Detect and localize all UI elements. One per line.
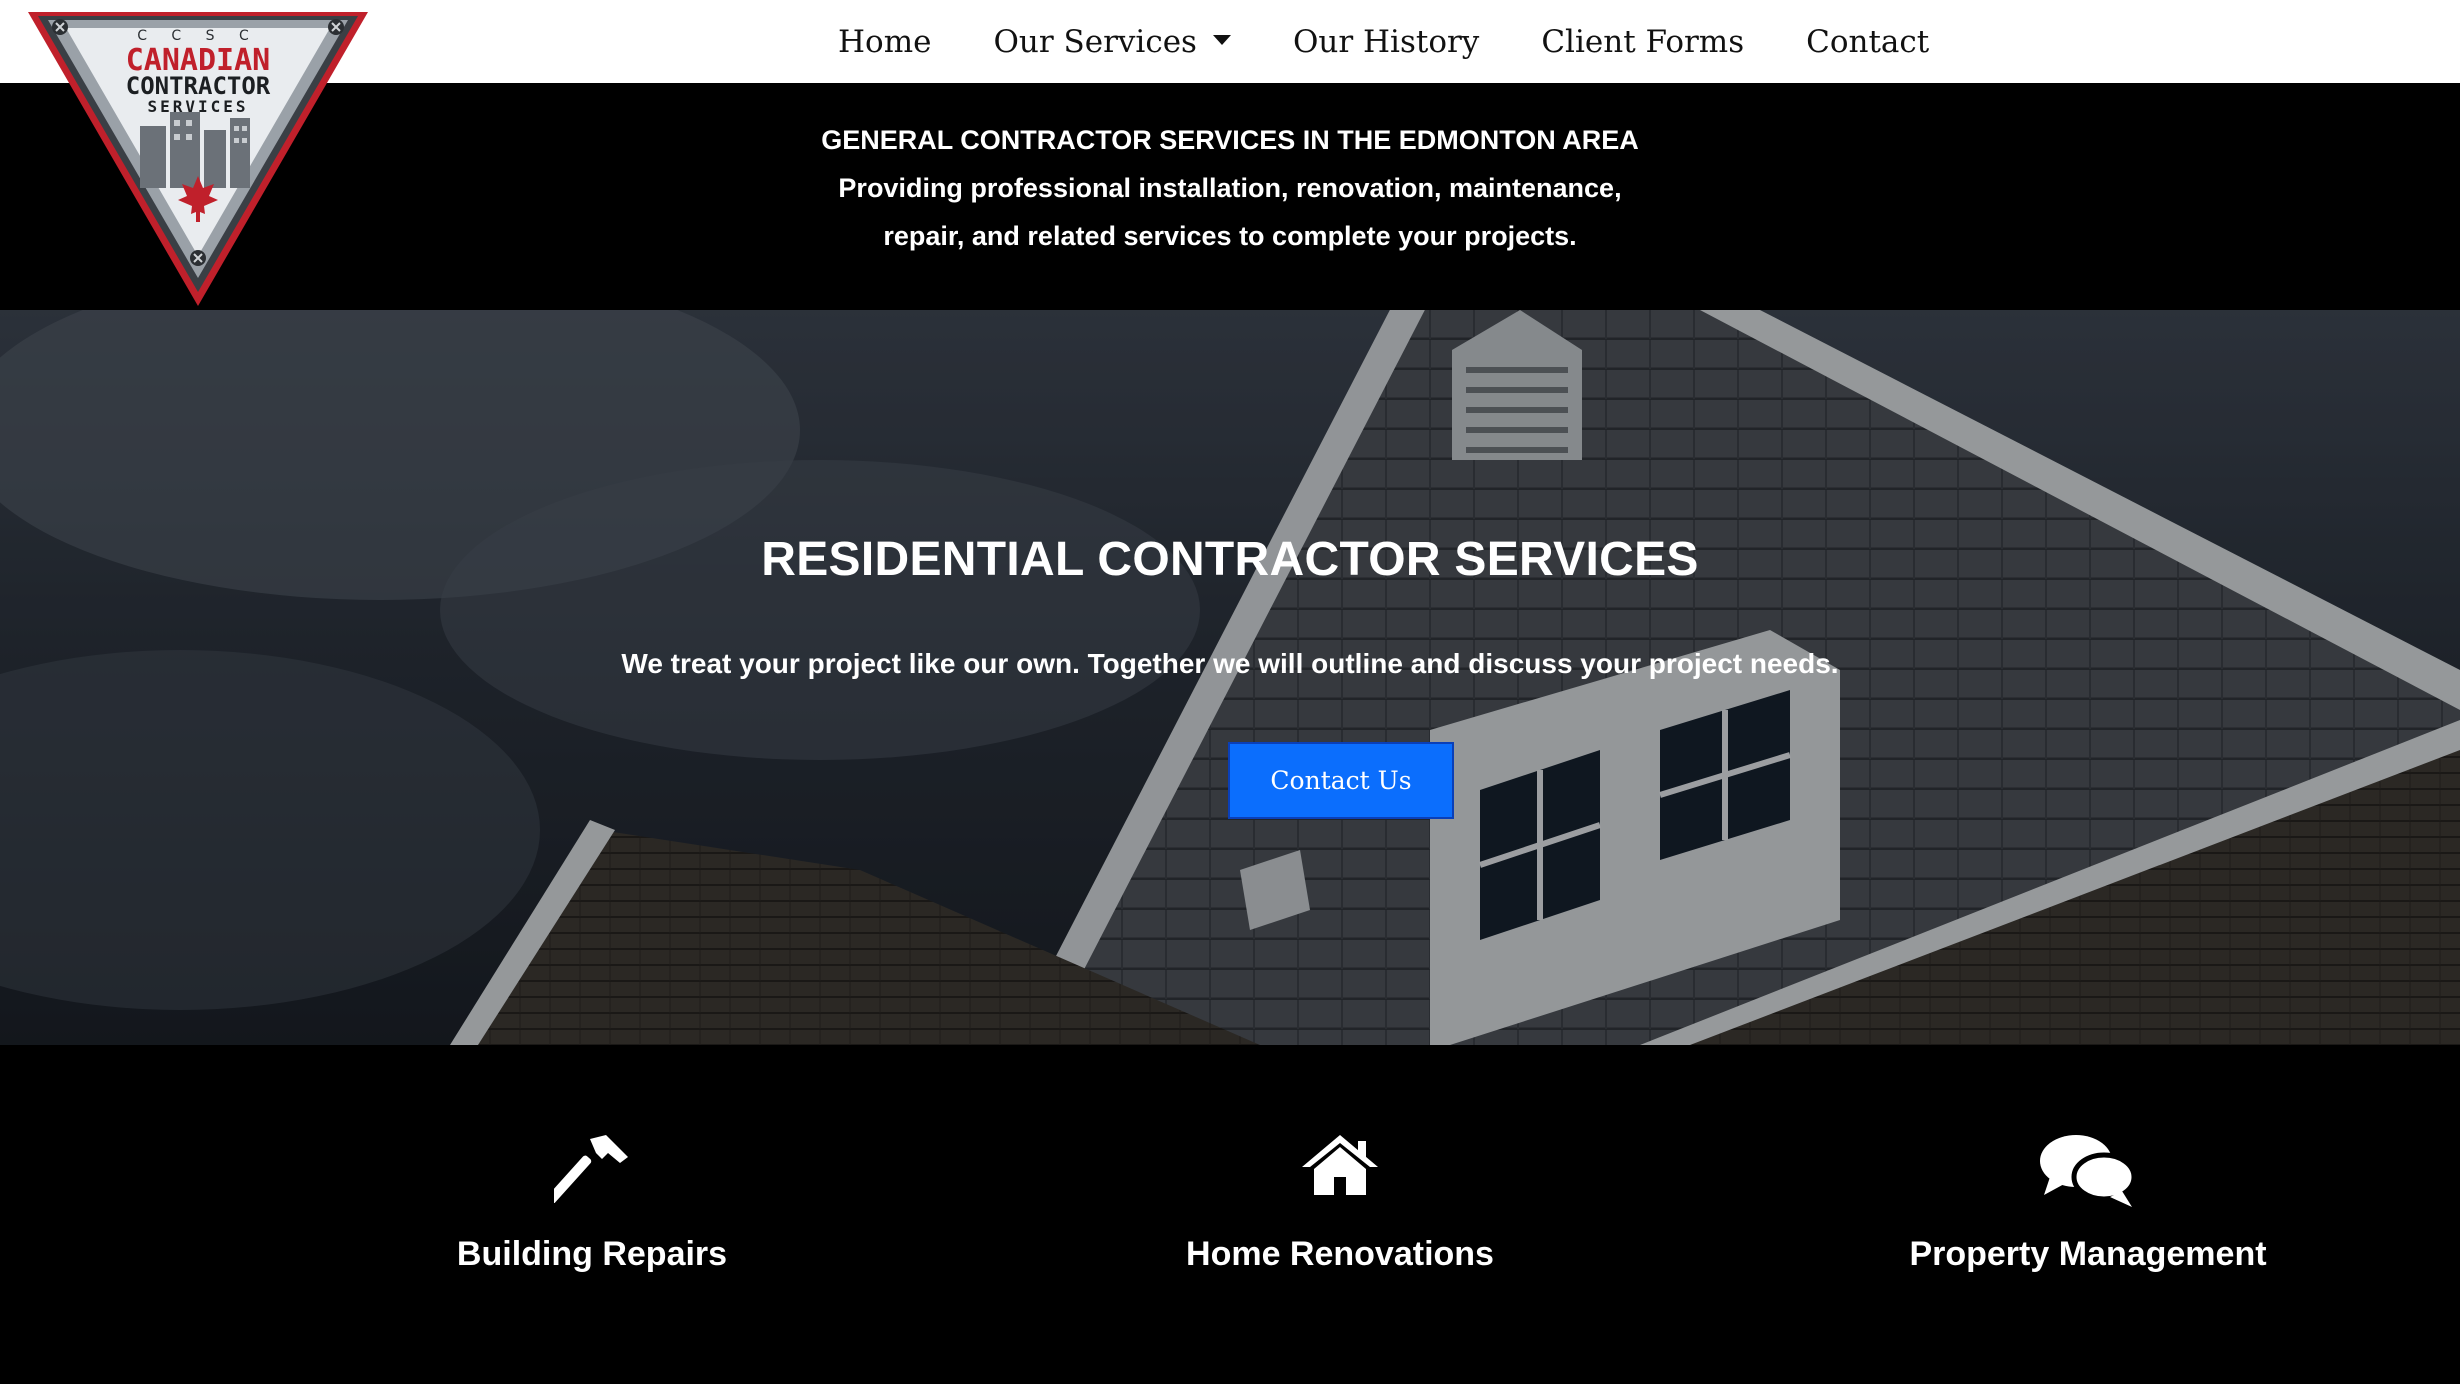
- hammer-icon: [554, 1135, 628, 1203]
- main-nav: Home Our Services Our History Client For…: [838, 0, 1929, 83]
- hero-section: RESIDENTIAL CONTRACTOR SERVICES We treat…: [0, 310, 2460, 1045]
- comments-icon: [2040, 1135, 2136, 1207]
- company-logo[interactable]: C C S C CANADIAN CONTRACTOR SERVICES: [22, 8, 374, 308]
- services-row: Building Repairs Home Renovations Proper…: [0, 1045, 2460, 1384]
- logo-top-text: C C S C: [137, 28, 259, 44]
- hero-title: RESIDENTIAL CONTRACTOR SERVICES: [761, 533, 1699, 586]
- nav-contact[interactable]: Contact: [1806, 24, 1929, 60]
- nav-our-services-label: Our Services: [993, 23, 1197, 60]
- home-icon: [1302, 1135, 1378, 1195]
- nav-home[interactable]: Home: [838, 24, 931, 60]
- nav-client-forms[interactable]: Client Forms: [1541, 24, 1744, 60]
- contact-us-button[interactable]: Contact Us: [1228, 742, 1454, 819]
- service-label: Property Management: [1909, 1235, 2267, 1273]
- caret-down-icon: [1212, 35, 1231, 45]
- logo-line-services: SERVICES: [147, 97, 248, 116]
- nav-our-services-dropdown[interactable]: Our Services: [993, 24, 1231, 60]
- logo-line-contractor: CONTRACTOR: [126, 72, 271, 100]
- nav-our-history[interactable]: Our History: [1293, 24, 1479, 60]
- hero-subtitle: We treat your project like our own. Toge…: [621, 648, 1839, 679]
- service-label: Building Repairs: [456, 1235, 728, 1273]
- service-label: Home Renovations: [1186, 1235, 1494, 1273]
